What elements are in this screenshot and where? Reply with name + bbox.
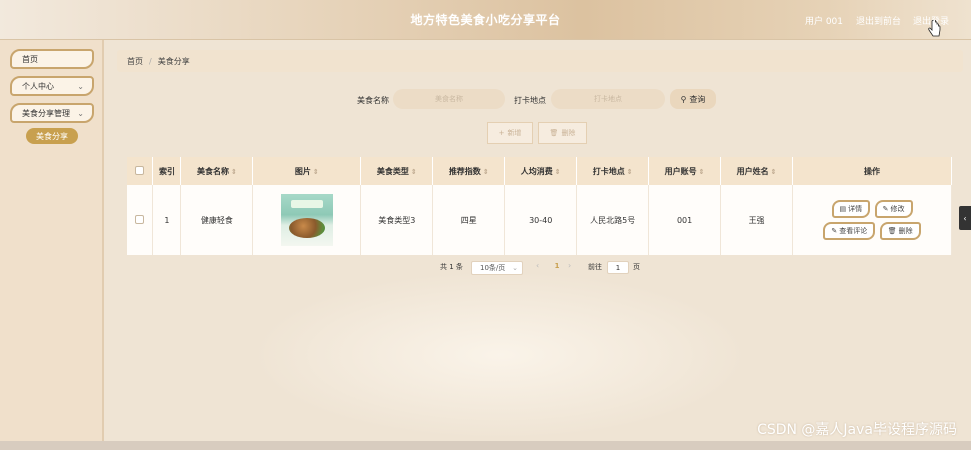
- column-header-username[interactable]: 用户姓名 ⇕: [720, 157, 794, 185]
- cell-cost: 30-40: [504, 185, 578, 255]
- bottom-strip: [0, 441, 971, 450]
- column-header-rating[interactable]: 推荐指数 ⇕: [432, 157, 506, 185]
- checkin-place-label: 打卡地点: [514, 96, 546, 105]
- sidebar-item-label: 个人中心: [22, 81, 54, 91]
- next-page-icon[interactable]: ›: [568, 261, 571, 270]
- column-header-account[interactable]: 用户账号 ⇕: [648, 157, 722, 185]
- query-button[interactable]: ⚲ 查询: [670, 89, 716, 109]
- cell-place: 人民北路5号: [576, 185, 650, 255]
- column-header-ops: 操作: [792, 157, 952, 185]
- column-header-index: 索引: [152, 157, 182, 185]
- food-name-label: 美食名称: [357, 96, 389, 105]
- row-checkbox[interactable]: [135, 214, 145, 224]
- food-share-table: 索引 美食名称 ⇕ 图片 ⇕ 美食类型 ⇕ 推荐指数 ⇕ 人均消费 ⇕ 打卡地点 ⇕ 用户账…: [127, 157, 952, 255]
- cell-type: 美食类型3: [360, 185, 434, 255]
- side-panel-toggle[interactable]: ‹: [959, 206, 971, 230]
- sidebar-item-home[interactable]: 首页: [10, 49, 94, 69]
- search-icon: ⚲: [680, 94, 687, 104]
- sort-icon[interactable]: ⇕: [555, 168, 561, 176]
- breadcrumb-home[interactable]: 首页: [127, 56, 143, 67]
- cell-name: 健康轻食: [180, 185, 254, 255]
- row-delete-button[interactable]: 🗑 删除: [879, 222, 921, 240]
- add-button[interactable]: + 新增: [487, 122, 533, 144]
- food-name-input[interactable]: [393, 89, 505, 109]
- checkin-place-input[interactable]: [551, 89, 665, 109]
- chevron-down-icon: ⌄: [77, 82, 84, 91]
- bulk-delete-button-label: 删除: [561, 129, 576, 137]
- detail-icon: ▤: [839, 205, 847, 213]
- sort-icon[interactable]: ⇕: [483, 168, 489, 176]
- prev-page-icon[interactable]: ‹: [536, 261, 539, 270]
- detail-button[interactable]: ▤ 详情: [831, 200, 871, 218]
- page-size-select[interactable]: 10条/页 ⌄: [471, 261, 523, 275]
- column-header-cost[interactable]: 人均消费 ⇕: [504, 157, 578, 185]
- table-header-row: 索引 美食名称 ⇕ 图片 ⇕ 美食类型 ⇕ 推荐指数 ⇕ 人均消费 ⇕ 打卡地点 ⇕ 用户账…: [127, 157, 952, 185]
- sidebar-subitem-food-share[interactable]: 美食分享: [26, 128, 78, 144]
- edit-icon: ✎: [882, 205, 889, 213]
- sort-icon[interactable]: ⇕: [411, 168, 417, 176]
- select-all-checkbox[interactable]: [135, 165, 145, 175]
- sort-icon[interactable]: ⇕: [699, 168, 705, 176]
- chevron-down-icon: ⌄: [512, 264, 518, 272]
- bulk-delete-button[interactable]: 🗑 删除: [538, 122, 587, 144]
- comment-icon: ✎: [831, 227, 838, 235]
- column-header-type[interactable]: 美食类型 ⇕: [360, 157, 434, 185]
- breadcrumb-current: 美食分享: [157, 56, 190, 66]
- view-comments-button[interactable]: ✎ 查看评论: [823, 222, 876, 240]
- breadcrumb: 首页 / 美食分享: [117, 50, 963, 72]
- column-header-image[interactable]: 图片 ⇕: [252, 157, 362, 185]
- page-suffix: 页: [633, 263, 640, 271]
- chevron-left-icon: ‹: [963, 213, 967, 223]
- edit-button[interactable]: ✎ 修改: [874, 200, 913, 218]
- sidebar-item-label: 美食分享管理: [22, 108, 70, 118]
- add-button-label: 新增: [507, 129, 522, 137]
- row-delete-button-label: 删除: [898, 227, 913, 235]
- sort-icon[interactable]: ⇕: [231, 168, 237, 176]
- watermark: CSDN @嘉人Java毕设程序源码: [757, 422, 957, 438]
- cell-rating: 四星: [432, 185, 506, 255]
- trash-icon: 🗑: [887, 227, 897, 235]
- image-tag: [290, 200, 323, 208]
- cell-username: 王强: [720, 185, 794, 255]
- sidebar-item-food-share-management[interactable]: 美食分享管理 ⌄: [10, 103, 94, 123]
- cell-image: [252, 185, 362, 255]
- column-header-place[interactable]: 打卡地点 ⇕: [576, 157, 650, 185]
- detail-button-label: 详情: [848, 205, 863, 213]
- page-size-value: 10条/页: [480, 264, 506, 272]
- current-page[interactable]: 1: [551, 262, 563, 274]
- sidebar-item-personal-center[interactable]: 个人中心 ⌄: [10, 76, 94, 96]
- sort-icon[interactable]: ⇕: [627, 168, 633, 176]
- cell-ops: ▤ 详情 ✎ 修改 ✎ 查看评论 🗑 删除: [792, 185, 952, 255]
- breadcrumb-separator: /: [149, 56, 152, 66]
- sort-icon[interactable]: ⇕: [771, 168, 777, 176]
- sidebar: 首页 个人中心 ⌄ 美食分享管理 ⌄ 美食分享: [0, 40, 104, 445]
- food-image: [280, 194, 333, 246]
- back-to-front-link[interactable]: 退出到前台: [856, 14, 901, 27]
- query-button-label: 查询: [689, 94, 706, 104]
- top-header: 地方特色美食小吃分享平台 用户 001 退出到前台 退出登录: [0, 0, 971, 40]
- row-select-cell[interactable]: [127, 185, 154, 255]
- column-header-name[interactable]: 美食名称 ⇕: [180, 157, 254, 185]
- goto-page-input[interactable]: 1: [607, 261, 629, 274]
- chevron-down-icon: ⌄: [77, 109, 84, 118]
- trash-icon: 🗑: [549, 129, 559, 137]
- select-all-header[interactable]: [127, 157, 154, 185]
- cell-account: 001: [648, 185, 722, 255]
- edit-button-label: 修改: [890, 205, 905, 213]
- current-user: 用户 001: [804, 17, 843, 27]
- background-glow: [250, 270, 750, 440]
- view-comments-button-label: 查看评论: [839, 227, 868, 235]
- sidebar-item-label: 首页: [22, 54, 38, 64]
- plus-icon: +: [498, 129, 505, 137]
- table-row: 1 健康轻食 美食类型3 四星 30-40 人民北路5号 001 王强 ▤ 详情 …: [127, 185, 952, 255]
- cell-index: 1: [152, 185, 182, 255]
- hand-cursor-icon: [928, 20, 941, 37]
- pagination-total: 共 1 条: [440, 263, 463, 271]
- goto-label: 前往: [588, 263, 602, 271]
- sort-icon[interactable]: ⇕: [313, 168, 319, 176]
- image-dish: [288, 218, 325, 238]
